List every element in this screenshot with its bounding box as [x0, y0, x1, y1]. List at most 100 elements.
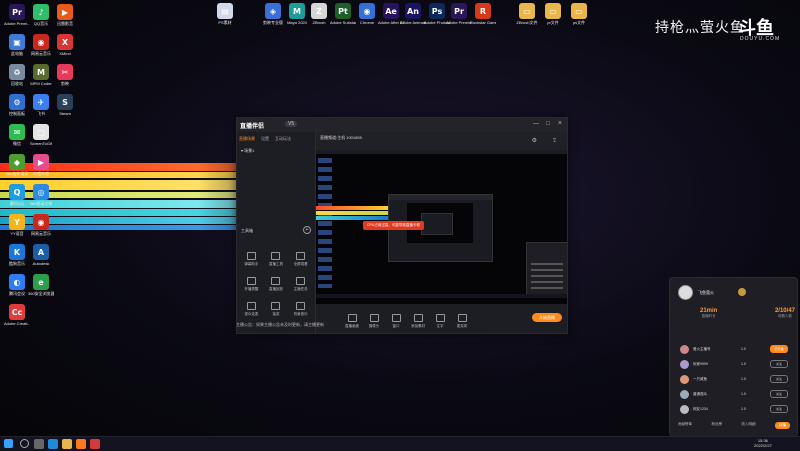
- toolbox-item[interactable]: 主播任务: [288, 277, 313, 292]
- app-taskbar-icon[interactable]: [90, 439, 100, 449]
- desktop-icon[interactable]: Pr Adobe Premi...: [4, 4, 30, 26]
- footer-link[interactable]: 贡献榜单: [678, 422, 692, 429]
- source-button[interactable]: 窗口: [386, 314, 406, 329]
- desktop-icon-label: Steam: [59, 111, 71, 116]
- desktop-icon[interactable]: ▤ PS素材: [212, 3, 238, 25]
- task-view-icon[interactable]: [34, 439, 44, 449]
- scene-item[interactable]: ▾ 场景1: [241, 148, 254, 154]
- desktop-icon[interactable]: ▣ 此电脑: [4, 34, 30, 56]
- desktop-icon[interactable]: ▭ pr文件: [540, 3, 566, 25]
- viewer-row[interactable]: 玩家9999 1.0 关注: [680, 357, 790, 371]
- source-button[interactable]: 文字: [430, 314, 450, 329]
- desktop-icon[interactable]: ✉ 微信: [4, 124, 30, 146]
- follow-button[interactable]: 关注: [770, 375, 788, 383]
- tab-scene[interactable]: 直播场景: [239, 136, 255, 142]
- add-icon[interactable]: +: [303, 226, 311, 234]
- desktop-icon[interactable]: ◎ 360驱动大师: [28, 184, 54, 206]
- desktop-icon[interactable]: RRockstar Games: [470, 3, 496, 25]
- windows-start-icon[interactable]: [4, 439, 13, 448]
- footer-action-button[interactable]: 续播: [775, 422, 790, 429]
- toolbox-item[interactable]: 开播提醒: [239, 277, 264, 292]
- viewer-row[interactable]: 普通观众 1.0 关注: [680, 387, 790, 401]
- maximize-icon[interactable]: □: [546, 121, 550, 127]
- stream-preview[interactable]: [316, 154, 567, 304]
- desktop-icon[interactable]: ◈ 剪映专业版: [260, 3, 286, 25]
- toolbox-item[interactable]: 直播回放: [264, 277, 289, 292]
- viewer-row[interactable]: 一只咸鱼 1.0 关注: [680, 372, 790, 386]
- toolbox-item[interactable]: 观众连麦: [239, 302, 264, 317]
- source-icon: [435, 314, 445, 322]
- desktop-icon[interactable]: ✈ 飞书: [28, 94, 54, 116]
- tool-icon: [246, 252, 256, 260]
- toolbox-item[interactable]: 弹幕助手: [239, 252, 264, 267]
- source-button[interactable]: 麦克风: [452, 314, 472, 329]
- desktop-icon[interactable]: Y YY语音: [4, 214, 30, 236]
- douyu-taskbar-icon[interactable]: [76, 439, 86, 449]
- desktop-icon[interactable]: ♪ QQ音乐: [28, 4, 54, 26]
- desktop-icon[interactable]: X XMind: [52, 34, 78, 56]
- desktop-icon[interactable]: Cc Adobe Creati...: [4, 304, 30, 326]
- desktop-icon[interactable]: Z ZBrush: [306, 3, 332, 25]
- folder-icon[interactable]: [62, 439, 72, 449]
- desktop-icon[interactable]: ▭ ZBrush文件: [514, 3, 540, 25]
- desktop-icon[interactable]: A Autodesk: [28, 244, 54, 266]
- tab-interact[interactable]: 互动玩法: [275, 136, 291, 142]
- clock-date: 2022/2/27: [754, 443, 772, 448]
- desktop-icon[interactable]: ✂ 剪映: [52, 64, 78, 86]
- minimize-icon[interactable]: —: [533, 121, 539, 127]
- source-button[interactable]: 摄像头: [364, 314, 384, 329]
- gear-icon[interactable]: ⚙: [532, 137, 537, 144]
- toolbox-item[interactable]: 抽奖: [264, 302, 289, 317]
- desktop-icon[interactable]: ▶ 哔哩哔哩: [28, 154, 54, 176]
- desktop-icon[interactable]: PtAdobe Substance: [330, 3, 356, 25]
- toolbox-grid: 弹幕助手 直播工具 全屏观看开播提醒 直播回放 主播任务观众连麦 抽奖 背景音乐: [239, 252, 313, 317]
- footer-link[interactable]: 收入明细: [742, 422, 756, 429]
- toolbox-item[interactable]: 全屏观看: [288, 252, 313, 267]
- desktop-icon[interactable]: ◉ Chrome: [354, 3, 380, 25]
- toolbox-item[interactable]: 直播工具: [264, 252, 289, 267]
- source-label: 添加素材: [411, 324, 425, 328]
- viewer-row[interactable]: 网友1234 1.0 关注: [680, 402, 790, 416]
- desktop-icon[interactable]: ▭ ps文件: [566, 3, 592, 25]
- desktop-icon[interactable]: ◉ 网易云音乐: [28, 34, 54, 56]
- desktop-icon[interactable]: M MPM Coder: [28, 64, 54, 86]
- avatar[interactable]: [678, 285, 693, 300]
- follow-button[interactable]: 关注: [770, 405, 788, 413]
- desktop-icon[interactable]: S Steam: [52, 94, 78, 116]
- desktop-icon[interactable]: ♻ 回收站: [4, 64, 30, 86]
- desktop-icon-label: 腾讯QQ: [9, 201, 25, 206]
- stat-key: 观看人数: [777, 314, 792, 318]
- tool-icon: [296, 252, 306, 260]
- tab-settings[interactable]: 设置: [261, 136, 269, 142]
- close-icon[interactable]: ×: [558, 120, 562, 127]
- follow-button[interactable]: 已开播: [770, 345, 788, 353]
- app-titlebar[interactable]: 直播伴侣 V5 — □ ×: [237, 118, 567, 132]
- douyu-site: DOUYU.COM: [740, 36, 781, 42]
- tool-label: 开播提醒: [244, 287, 259, 291]
- desktop-icon[interactable]: ◆ 360软件管家: [4, 154, 30, 176]
- desktop-icon[interactable]: PrAdobe Premiere: [446, 3, 472, 25]
- edge-icon[interactable]: [48, 439, 58, 449]
- desktop-icon[interactable]: e 360安全浏览器: [28, 274, 54, 296]
- desktop-icon[interactable]: ◐ 腾讯会议: [4, 274, 30, 296]
- desktop-icon[interactable]: K 酷狗音乐: [4, 244, 30, 266]
- toolbox-item[interactable]: 背景音乐: [288, 302, 313, 317]
- desktop-icon[interactable]: Q 腾讯QQ: [4, 184, 30, 206]
- desktop-icon[interactable]: ▢ ScreenToGif: [28, 124, 54, 146]
- source-button[interactable]: 添加素材: [408, 314, 428, 329]
- footer-link[interactable]: 粉丝榜: [712, 422, 723, 429]
- nested-taskbar: [316, 294, 567, 298]
- share-icon[interactable]: ⇪: [552, 137, 557, 144]
- start-live-button[interactable]: 开始直播: [532, 313, 562, 322]
- search-icon[interactable]: [20, 439, 29, 448]
- desktop-icon[interactable]: An Adobe Animate: [400, 3, 426, 25]
- scene-tabs: 直播场景 设置 互动玩法: [239, 136, 291, 142]
- desktop-icon[interactable]: ◉ 网易云音乐: [28, 214, 54, 236]
- follow-button[interactable]: 关注: [770, 360, 788, 368]
- follow-button[interactable]: 关注: [770, 390, 788, 398]
- desktop-icon[interactable]: ⚙ 控制面板: [4, 94, 30, 116]
- source-button[interactable]: 直播画面: [342, 314, 362, 329]
- desktop-icon[interactable]: ▶ 迅雷影音: [52, 4, 78, 26]
- stat-viewers: 2/10/47 观看人数: [775, 308, 795, 319]
- viewer-row[interactable]: 萤火主播号 1.0 已开播: [680, 342, 790, 356]
